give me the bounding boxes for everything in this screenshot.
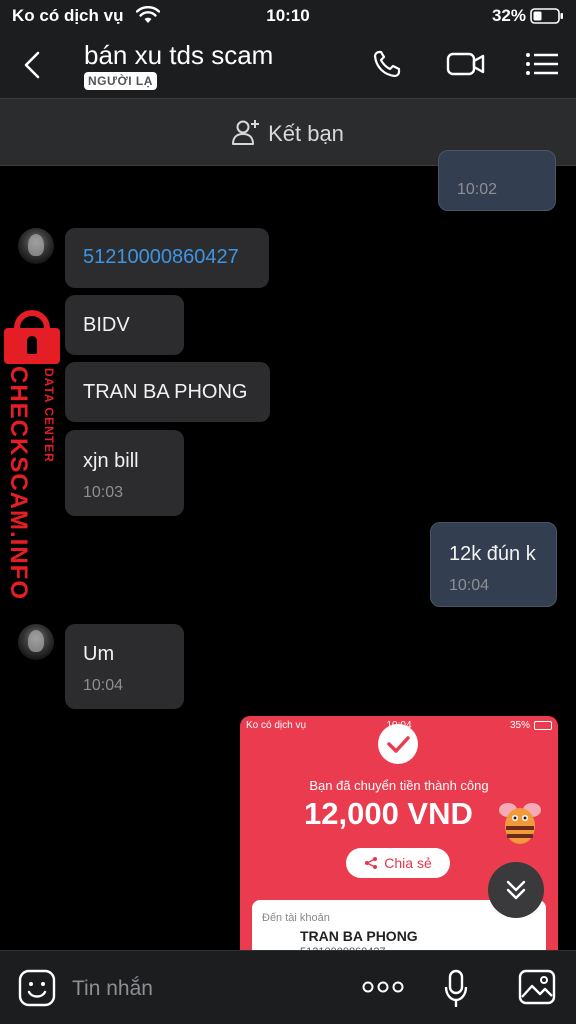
double-chevron-down-icon [506, 880, 526, 900]
message-time: 10:04 [449, 577, 490, 594]
back-icon[interactable] [20, 50, 44, 80]
message-bubble-incoming[interactable]: 51210000860427 [65, 228, 269, 288]
receipt-amount: 12,000 VND [304, 796, 473, 831]
message-bubble-outgoing[interactable]: 12k đún k 10:04 [430, 522, 557, 607]
share-label: Chia sẻ [384, 855, 432, 871]
recipient-name: TRAN BA PHONG [300, 928, 418, 944]
clock: 10:10 [266, 6, 310, 25]
message-text: BIDV [83, 314, 130, 336]
stranger-badge: NGƯỜI LẠ [84, 72, 157, 90]
message-bubble-incoming[interactable]: TRAN BA PHONG [65, 362, 270, 422]
message-text: TRAN BA PHONG [83, 381, 248, 403]
message-bubble-incoming[interactable]: Um 10:04 [65, 624, 184, 709]
account-number-link[interactable]: 51210000860427 [83, 246, 239, 269]
add-friend-label: Kết bạn [268, 121, 344, 146]
more-icon[interactable] [362, 981, 404, 993]
watermark-site: CHECKSCAM.INFO [5, 366, 32, 600]
battery-icon [530, 8, 563, 24]
message-text: xjn bill [83, 450, 139, 472]
video-icon[interactable] [446, 48, 486, 80]
message-bubble-outgoing[interactable]: 10:02 [438, 150, 556, 211]
image-icon[interactable] [518, 969, 556, 1005]
message-input-bar: Tin nhắn [0, 950, 576, 1024]
message-input[interactable]: Tin nhắn [72, 977, 153, 1001]
chat-header: bán xu tds scam NGƯỜI LẠ [0, 32, 576, 98]
menu-icon[interactable] [524, 48, 560, 80]
mic-icon[interactable] [444, 969, 468, 1009]
message-text: Um [83, 643, 115, 665]
avatar[interactable] [18, 228, 54, 264]
message-time: 10:02 [457, 181, 498, 198]
message-time: 10:03 [83, 484, 124, 501]
message-time: 10:04 [83, 677, 124, 694]
bee-mascot-icon [499, 803, 541, 844]
receipt-battery-percent: 35% [509, 720, 530, 731]
sticker-icon[interactable] [18, 969, 56, 1007]
watermark-subtitle: DATA CENTER [42, 368, 56, 463]
message-bubble-incoming[interactable]: BIDV [65, 295, 184, 355]
recipient-label: Đến tài khoản [262, 912, 330, 924]
success-check-icon [378, 724, 418, 764]
message-text: 12k đún k [449, 543, 536, 565]
watermark: CHECKSCAM.INFO DATA CENTER [2, 310, 62, 600]
battery-icon [534, 721, 552, 730]
avatar[interactable] [18, 624, 54, 660]
message-bubble-incoming[interactable]: xjn bill 10:03 [65, 430, 184, 516]
share-button[interactable]: Chia sẻ [346, 848, 450, 878]
battery-percent: 32% [491, 6, 526, 25]
share-icon [365, 857, 378, 869]
scroll-to-bottom-button[interactable] [488, 862, 544, 918]
status-bar: Ko có dịch vụ 10:10 32% [0, 0, 576, 32]
add-friend-button[interactable]: Kết bạn [0, 119, 576, 147]
chat-title[interactable]: bán xu tds scam [84, 40, 273, 71]
phone-icon[interactable] [370, 48, 406, 80]
receipt-message: Bạn đã chuyển tiền thành công [309, 778, 489, 793]
add-friend-icon [232, 120, 260, 145]
